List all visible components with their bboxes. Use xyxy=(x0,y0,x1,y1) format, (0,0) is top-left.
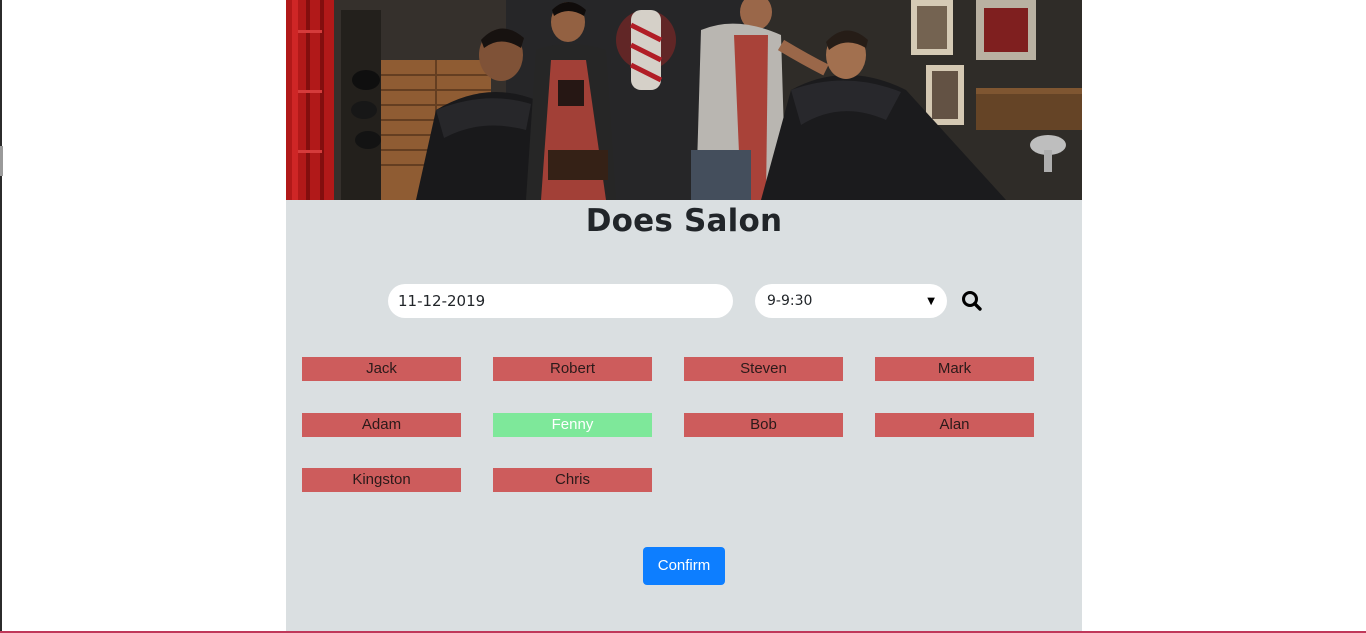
stylist-button-mark[interactable]: Mark xyxy=(875,357,1034,381)
stylist-button-steven[interactable]: Steven xyxy=(684,357,843,381)
stylist-button-robert[interactable]: Robert xyxy=(493,357,652,381)
search-icon xyxy=(962,291,982,311)
window-left-edge xyxy=(0,0,2,633)
stylist-button-alan[interactable]: Alan xyxy=(875,413,1034,437)
date-input-value: 11-12-2019 xyxy=(398,292,486,310)
window-edge-marker xyxy=(0,146,3,176)
search-button[interactable] xyxy=(961,290,983,312)
stylist-button-fenny[interactable]: Fenny xyxy=(493,413,652,437)
stylist-button-kingston[interactable]: Kingston xyxy=(302,468,461,492)
stylist-button-adam[interactable]: Adam xyxy=(302,413,461,437)
stylist-button-bob[interactable]: Bob xyxy=(684,413,843,437)
time-slot-value: 9-9:30 xyxy=(767,293,813,309)
stylist-button-jack[interactable]: Jack xyxy=(302,357,461,381)
confirm-button[interactable]: Confirm xyxy=(643,547,725,585)
caret-down-icon: ▼ xyxy=(927,295,935,307)
page-title: Does Salon xyxy=(585,203,783,239)
booking-panel: Does Salon 11-12-2019 9-9:30 ▼ Jack Robe… xyxy=(286,0,1082,633)
stylist-button-chris[interactable]: Chris xyxy=(493,468,652,492)
time-slot-select[interactable]: 9-9:30 ▼ xyxy=(755,284,947,318)
date-input[interactable]: 11-12-2019 xyxy=(388,284,733,318)
barbershop-hero-image xyxy=(286,0,1082,200)
